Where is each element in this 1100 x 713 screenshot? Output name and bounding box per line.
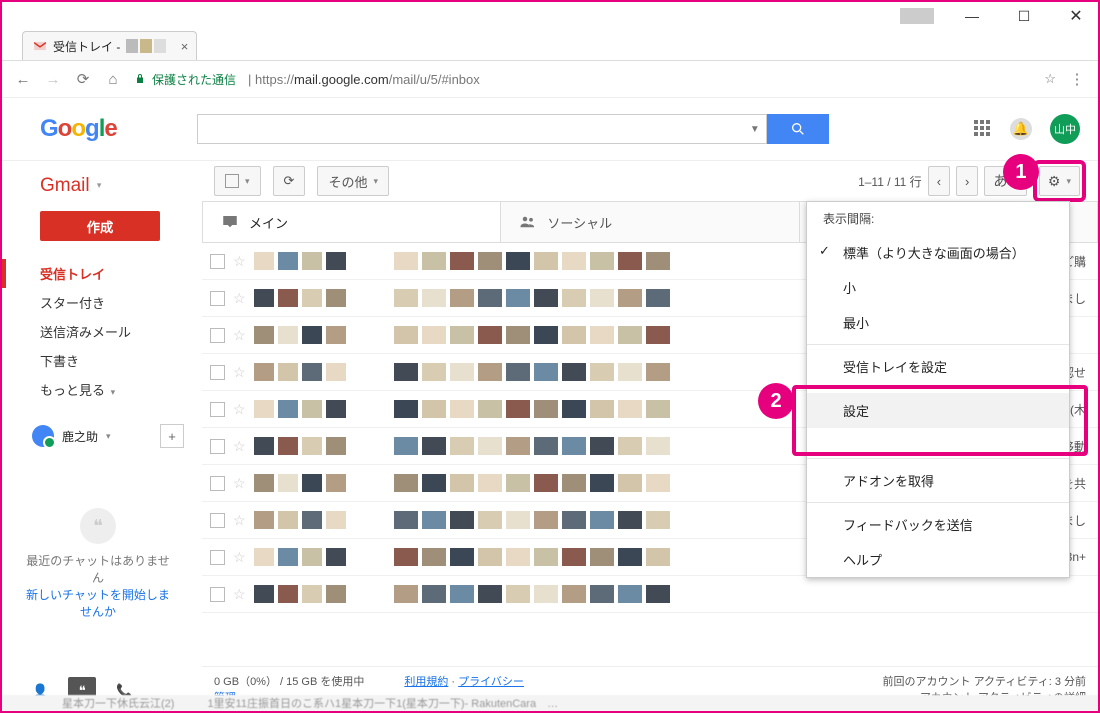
- terms-link[interactable]: 利用規約: [404, 676, 448, 688]
- menu-addons[interactable]: アドオンを取得: [807, 463, 1069, 498]
- presence-avatar-icon: [32, 425, 54, 447]
- density-header: 表示間隔:: [807, 202, 1069, 235]
- star-icon[interactable]: ☆: [233, 253, 246, 270]
- pager-next[interactable]: ›: [956, 166, 978, 196]
- minimize-button[interactable]: —: [958, 8, 986, 24]
- browser-toolbar: ← → ⟳ ⌂ 保護された通信 | https://mail.google.co…: [2, 61, 1098, 98]
- star-icon[interactable]: ☆: [233, 475, 246, 492]
- callout-1: 1: [1003, 154, 1039, 190]
- google-logo[interactable]: Google: [40, 115, 117, 143]
- nav-drafts[interactable]: 下書き: [2, 346, 194, 375]
- new-chat-button[interactable]: +: [160, 424, 184, 448]
- refresh-button[interactable]: ⟳: [273, 166, 306, 196]
- hangouts-empty-icon: ❝: [80, 508, 116, 544]
- people-icon: [519, 213, 537, 231]
- browser-tab[interactable]: 受信トレイ - ×: [22, 31, 197, 60]
- menu-feedback[interactable]: フィードバックを送信: [807, 507, 1069, 542]
- redacted-title: [900, 8, 934, 24]
- apps-grid-icon[interactable]: [974, 120, 992, 138]
- star-icon[interactable]: ☆: [233, 364, 246, 381]
- tab-social[interactable]: ソーシャル: [500, 202, 798, 242]
- chat-empty-label: 最近のチャットはありません: [22, 552, 174, 586]
- search-icon: [790, 121, 806, 137]
- star-icon[interactable]: ☆: [233, 438, 246, 455]
- row-checkbox[interactable]: [210, 587, 225, 602]
- star-icon[interactable]: ☆: [233, 290, 246, 307]
- browser-tabstrip: 受信トレイ - ×: [2, 30, 1098, 61]
- gmail-favicon-icon: [33, 39, 47, 53]
- nav-inbox[interactable]: 受信トレイ: [2, 259, 194, 288]
- back-icon[interactable]: ←: [14, 71, 32, 88]
- row-checkbox[interactable]: [210, 328, 225, 343]
- density-standard[interactable]: 標準（より大きな画面の場合）: [807, 235, 1069, 270]
- more-actions-button[interactable]: その他▾: [317, 166, 389, 196]
- star-icon[interactable]: ☆: [233, 512, 246, 529]
- nav-starred[interactable]: スター付き: [2, 288, 194, 317]
- menu-help[interactable]: ヘルプ: [807, 542, 1069, 577]
- row-checkbox[interactable]: [210, 254, 225, 269]
- star-icon[interactable]: ☆: [233, 327, 246, 344]
- mail-toolbar: ▾ ⟳ その他▾ 1–11 / 11 行 ‹ › あ▾ 1 ⚙▾: [202, 161, 1098, 201]
- row-checkbox[interactable]: [210, 439, 225, 454]
- activity-label: 前回のアカウント アクティビティ: 3 分前: [883, 673, 1086, 689]
- row-checkbox[interactable]: [210, 365, 225, 380]
- nav-sent[interactable]: 送信済みメール: [2, 317, 194, 346]
- row-checkbox[interactable]: [210, 291, 225, 306]
- reload-icon[interactable]: ⟳: [74, 70, 92, 88]
- density-min[interactable]: 最小: [807, 305, 1069, 340]
- secure-label: 保護された通信: [152, 71, 236, 88]
- settings-gear-button[interactable]: ⚙▾: [1039, 166, 1080, 196]
- lock-icon: [134, 72, 146, 86]
- settings-highlight-1: 1 ⚙▾: [1033, 160, 1086, 202]
- refresh-icon: ⟳: [284, 173, 295, 189]
- site-security[interactable]: 保護された通信: [134, 71, 236, 88]
- star-icon[interactable]: ☆: [233, 586, 246, 603]
- bookmark-star-icon[interactable]: ☆: [1044, 71, 1056, 87]
- search-options-caret-icon[interactable]: ▼: [750, 124, 760, 135]
- omnibox[interactable]: | https://mail.google.com/mail/u/5/#inbo…: [248, 72, 480, 87]
- pager-label: 1–11 / 11 行: [858, 173, 922, 190]
- maximize-button[interactable]: ☐: [1010, 8, 1038, 25]
- tab-primary[interactable]: メイン: [202, 202, 500, 242]
- storage-label: 0 GB（0%） / 15 GB を使用中: [214, 673, 364, 689]
- tab-title: 受信トレイ -: [53, 38, 120, 55]
- star-icon[interactable]: ☆: [233, 549, 246, 566]
- search-input[interactable]: ▼: [197, 114, 767, 144]
- close-window-button[interactable]: ✕: [1062, 6, 1090, 26]
- forward-icon[interactable]: →: [44, 71, 62, 88]
- privacy-link[interactable]: プライバシー: [458, 676, 524, 688]
- select-all-button[interactable]: ▾: [214, 166, 261, 196]
- close-tab-icon[interactable]: ×: [181, 39, 189, 54]
- start-chat-link[interactable]: 新しいチャットを開始しませんか: [22, 586, 174, 620]
- density-small[interactable]: 小: [807, 270, 1069, 305]
- cutoff-row: 星本刀一下休氏云江(2) 1里安11庄振首日のこ系ハ1星本刀一下1(星本刀一下)…: [2, 695, 1098, 711]
- star-icon[interactable]: ☆: [233, 401, 246, 418]
- home-icon[interactable]: ⌂: [104, 71, 122, 88]
- row-checkbox[interactable]: [210, 550, 225, 565]
- account-avatar[interactable]: 山中: [1050, 114, 1080, 144]
- row-checkbox[interactable]: [210, 513, 225, 528]
- browser-menu-icon[interactable]: ⋮: [1068, 70, 1086, 88]
- hangouts-self[interactable]: 鹿之助▾ +: [32, 424, 194, 448]
- redacted-icon: [126, 39, 166, 53]
- gmail-logo[interactable]: Gmail ▾: [2, 173, 194, 211]
- message-row[interactable]: ☆: [202, 576, 1098, 613]
- inbox-icon: [221, 213, 239, 231]
- notifications-icon[interactable]: 🔔: [1010, 118, 1032, 140]
- app-header: Google ▼ 🔔 山中: [2, 98, 1098, 161]
- row-checkbox[interactable]: [210, 402, 225, 417]
- pager-prev[interactable]: ‹: [928, 166, 950, 196]
- os-titlebar: — ☐ ✕: [2, 2, 1098, 30]
- row-checkbox[interactable]: [210, 476, 225, 491]
- compose-button[interactable]: 作成: [40, 211, 160, 241]
- sidebar: Gmail ▾ 作成 受信トレイ スター付き 送信済みメール 下書き もっと見る…: [2, 161, 202, 711]
- main-pane: ▾ ⟳ その他▾ 1–11 / 11 行 ‹ › あ▾ 1 ⚙▾ メイ: [202, 161, 1098, 711]
- search-button[interactable]: [767, 114, 829, 144]
- configure-inbox[interactable]: 受信トレイを設定: [807, 349, 1069, 384]
- nav-more[interactable]: もっと見る ▾: [2, 375, 194, 404]
- gear-icon: ⚙: [1048, 173, 1061, 190]
- callout-2: 2: [758, 383, 794, 419]
- settings-highlight-2: 2: [792, 385, 1088, 456]
